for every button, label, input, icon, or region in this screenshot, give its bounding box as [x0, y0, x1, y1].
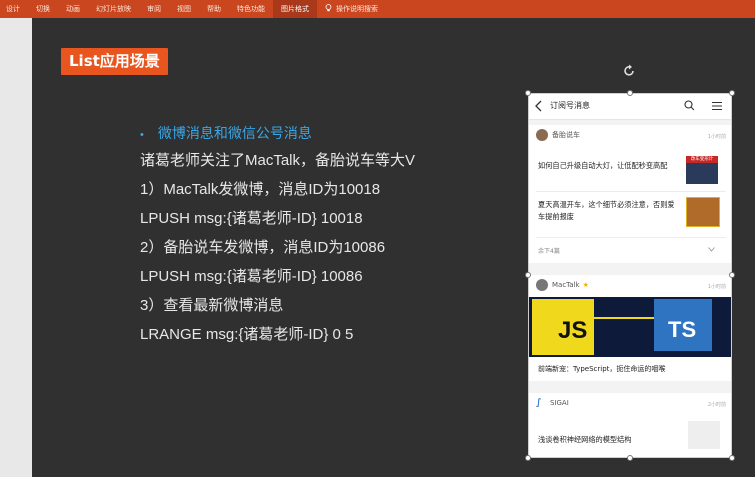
avatar — [536, 129, 548, 141]
tab-transitions[interactable]: 切换 — [28, 0, 58, 18]
tab-features[interactable]: 特色功能 — [229, 0, 273, 18]
account-name: SIGAI — [550, 399, 569, 407]
ts-text: TS — [668, 317, 697, 342]
article-title: 浅谈卷积神经网络的模型结构 — [538, 435, 632, 444]
back-icon — [535, 100, 542, 112]
article-thumbnail — [688, 421, 720, 449]
divider — [536, 237, 726, 238]
resize-handle[interactable] — [525, 272, 531, 278]
account-row: 备胎说车 — [536, 127, 580, 143]
lightbulb-icon — [325, 4, 332, 12]
article-title: 前端新宠：TypeScript，扼住命运的咽喉 — [538, 365, 666, 373]
account-row: ∫ SIGAI — [536, 395, 569, 411]
article-title: 如何自己升级自动大灯，让低配秒变高配 — [538, 161, 668, 170]
bullet-text: 微博消息和微信公号消息 — [157, 125, 312, 141]
tab-help[interactable]: 帮助 — [199, 0, 229, 18]
tab-slideshow[interactable]: 幻灯片放映 — [88, 0, 139, 18]
resize-handle[interactable] — [525, 90, 531, 96]
post-time: 1小时前 — [707, 134, 726, 140]
body-line: LPUSH msg:{诸葛老师-ID} 10086 — [140, 268, 363, 285]
more-articles-link: 余下4篇 — [538, 248, 560, 255]
body-line: 2）备胎说车发微博，消息ID为10086 — [140, 239, 386, 256]
resize-handle[interactable] — [729, 455, 735, 461]
tab-review[interactable]: 审阅 — [139, 0, 169, 18]
connector-line — [594, 317, 654, 319]
phone-screenshot-image[interactable]: 订阅号消息 备胎说车 1小时前 如何自己升级自动大灯，让低配秒变高配 改车变形计… — [528, 93, 732, 458]
article-thumbnail — [686, 197, 720, 227]
phone-header-title: 订阅号消息 — [550, 101, 590, 110]
article-card: 备胎说车 1小时前 如何自己升级自动大灯，让低配秒变高配 改车变形计 夏天高温开… — [528, 125, 732, 263]
tab-animations[interactable]: 动画 — [58, 0, 88, 18]
body-line: 1）MacTalk发微博，消息ID为10018 — [140, 181, 381, 198]
article-thumbnail: 改车变形计 — [686, 156, 718, 184]
tell-me-search[interactable]: 操作说明搜索 — [317, 0, 386, 18]
star-icon: ★ — [582, 281, 589, 289]
ts-logo: TS — [654, 299, 712, 351]
post-time: 2小时前 — [707, 402, 726, 408]
article-banner-image: JS TS — [528, 297, 732, 357]
body-line: 诸葛老师关注了MacTalk，备胎说车等大V — [140, 152, 416, 169]
resize-handle[interactable] — [729, 90, 735, 96]
resize-handle[interactable] — [627, 90, 633, 96]
article-card: MacTalk ★ 1小时前 JS TS 前端新宠：TypeScript，扼住命运… — [528, 275, 732, 381]
tell-me-label: 操作说明搜索 — [336, 5, 378, 13]
thumb-label: 改车变形计 — [686, 156, 718, 163]
account-name: 备胎说车 — [552, 131, 580, 139]
search-icon — [684, 100, 695, 111]
article-title: 夏天高温开车，这个细节必须注意，否则爱车提前报废 — [538, 200, 675, 221]
slide-body: • 微博消息和微信公号消息 诸葛老师关注了MacTalk，备胎说车等大V 1）Ma… — [140, 120, 415, 349]
rotate-handle-icon[interactable] — [622, 64, 636, 78]
resize-handle[interactable] — [627, 455, 633, 461]
slide-title: List应用场景 — [61, 48, 168, 75]
article-card: ∫ SIGAI 2小时前 浅谈卷积神经网络的模型结构 — [528, 393, 732, 458]
tab-picture-format[interactable]: 图片格式 — [273, 0, 317, 18]
chevron-down-icon — [708, 247, 715, 252]
account-name: MacTalk — [552, 281, 580, 289]
body-line: LPUSH msg:{诸葛老师-ID} 10018 — [140, 210, 363, 227]
bullet-heading: • 微博消息和微信公号消息 — [140, 120, 415, 146]
js-logo: JS — [532, 299, 594, 355]
ribbon-tab-bar: 设计 切换 动画 幻灯片放映 审阅 视图 帮助 特色功能 图片格式 操作说明搜索 — [0, 0, 755, 18]
slide-thumbnail-pane[interactable] — [0, 18, 32, 477]
divider — [536, 191, 726, 192]
body-line: LRANGE msg:{诸葛老师-ID} 0 5 — [140, 326, 354, 343]
resize-handle[interactable] — [729, 272, 735, 278]
phone-header: 订阅号消息 — [528, 93, 732, 120]
body-line: 3）查看最新微博消息 — [140, 297, 284, 314]
tab-view[interactable]: 视图 — [169, 0, 199, 18]
tab-design[interactable]: 设计 — [0, 0, 28, 18]
account-row: MacTalk ★ — [536, 277, 589, 293]
js-text: JS — [558, 317, 588, 344]
sigai-logo-icon: ∫ — [536, 398, 542, 408]
resize-handle[interactable] — [525, 455, 531, 461]
post-time: 1小时前 — [707, 284, 726, 290]
menu-icon — [712, 102, 722, 110]
avatar — [536, 279, 548, 291]
bullet-dot: • — [140, 129, 144, 141]
